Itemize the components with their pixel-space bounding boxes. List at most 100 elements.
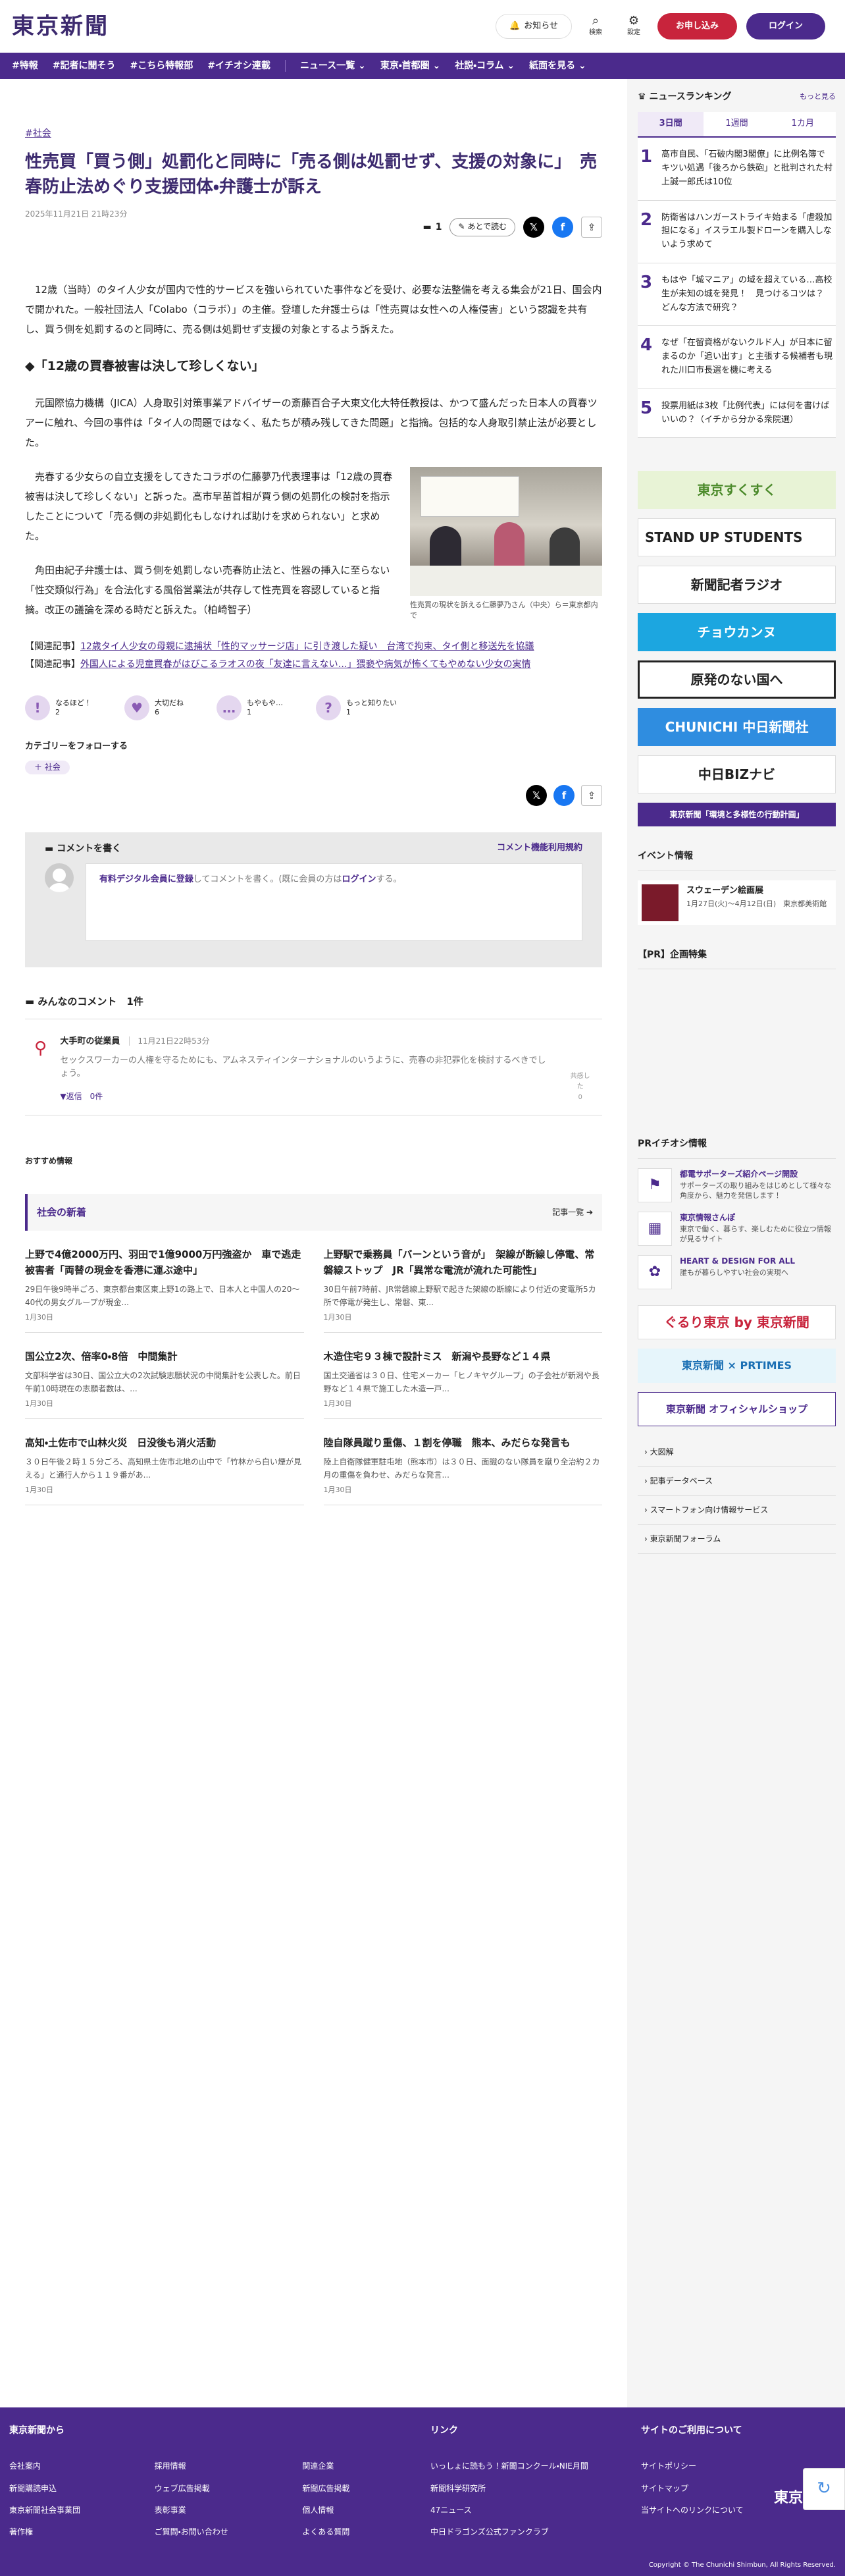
footer-link[interactable]: ウェブ広告掲載	[155, 2482, 257, 2495]
news-item[interactable]: 陸自隊員蹴り重傷、１割を停職 熊本、みだらな発言も 陸上自衛隊健軍駐屯地（熊本市）…	[323, 1419, 602, 1506]
tab-1month[interactable]: 1カ月	[769, 112, 836, 137]
banner-official-shop[interactable]: 東京新聞 オフィシャルショップ	[638, 1391, 836, 1426]
nav-item-news-list[interactable]: ニュース一覧 ⌄	[300, 59, 366, 73]
reaction-shiritai[interactable]: ? もっと知りたい 1	[316, 695, 397, 721]
banner-chunichi[interactable]: CHUNICHI 中日新聞社	[638, 708, 836, 747]
tab-3days[interactable]: 3日間	[638, 112, 704, 137]
pr-info-item[interactable]: ✿ HEART & DESIGN FOR ALL 誰もが暮らしやすい社会の実現へ	[638, 1254, 836, 1289]
search-button[interactable]: ⌕ 検索	[581, 14, 610, 38]
crown-icon: ♛	[638, 92, 650, 102]
footer-link[interactable]: 著作権	[9, 2526, 109, 2538]
footer-link[interactable]: 採用情報	[155, 2460, 257, 2473]
footer-link[interactable]: 中日ドラゴンズ公式ファンクラブ	[430, 2526, 641, 2538]
ranking-headline: なぜ「在留資格がないクルド人」が日本に留まるのか「追い出す」と主張する候補者も現…	[661, 338, 833, 375]
share-icon[interactable]: ⇪	[581, 785, 602, 807]
heart-icon: ♥	[124, 695, 149, 721]
nav-item-paper[interactable]: 紙面を見る ⌄	[529, 59, 586, 73]
reaction-naruhodo[interactable]: ! なるほど！ 2	[25, 695, 91, 721]
facebook-share-icon[interactable]: f	[552, 216, 573, 238]
nav-item-editorial[interactable]: 社説・コラム ⌄	[455, 59, 515, 73]
side-link[interactable]: › 大図解	[638, 1438, 836, 1467]
side-link[interactable]: › 東京新聞フォーラム	[638, 1525, 836, 1555]
notice-button[interactable]: 🔔 お知らせ	[496, 13, 572, 40]
news-item[interactable]: 国公立2次、倍率0・8倍 中間集計 文部科学省は30日、国公立大の2次試験志願状況…	[25, 1333, 304, 1420]
login-link[interactable]: ログイン	[342, 874, 376, 884]
banner-sukusuku[interactable]: 東京すくすく	[638, 471, 836, 510]
ranking-headline: 高市自民、「石破内閣3閣僚」に比例名簿でキツい処遇「後ろから鉄砲」と批判された村…	[661, 149, 833, 187]
ranking-item[interactable]: 4 なぜ「在留資格がないクルド人」が日本に留まるのか「追い出す」と主張する候補者も…	[638, 326, 836, 389]
apply-button[interactable]: お申し込み	[657, 13, 737, 40]
site-logo[interactable]: 東京新聞	[12, 9, 109, 44]
comment-count-button[interactable]: ▬ 1	[423, 220, 442, 234]
site-footer: 東京新聞から 会社案内 採用情報 関連企業 新聞購読申込 ウェブ広告掲載 新聞広…	[0, 2407, 845, 2576]
footer-link[interactable]: いっしょに読もう！新聞コンクール・NIE月間	[430, 2460, 641, 2473]
comment-rules-link[interactable]: コメント機能利用規約	[497, 842, 582, 856]
footer-link[interactable]: ご質問・お問い合わせ	[155, 2526, 257, 2538]
x-share-icon[interactable]: 𝕏	[523, 216, 544, 238]
ranking-item[interactable]: 2 防衛省はハンガーストライキ始まる「虐殺加担になる」イスラエル製ドローンを購入し…	[638, 200, 836, 263]
settings-button[interactable]: ⚙ 設定	[619, 14, 648, 38]
comment-form-header: ▬ コメントを書く コメント機能利用規約	[45, 842, 582, 856]
bookmark-icon: ✎	[458, 222, 468, 232]
news-item[interactable]: 木造住宅９３棟で設計ミス 新潟や長野など１４県 国土交通省は３０日、住宅メーカー「…	[323, 1333, 602, 1420]
nav-item-serial[interactable]: #イチオシ連載	[207, 59, 270, 73]
banner-action-plan[interactable]: 東京新聞「環境と多様性の行動計画」	[638, 803, 836, 827]
article-subheading: ◆「12歳の買春被害は決して珍しくない」	[25, 358, 265, 373]
footer-link[interactable]: 新聞広告掲載	[302, 2482, 378, 2495]
ranking-item[interactable]: 5 投票用紙は3枚「比例代表」には何を書けばいいの？（イチから分かる衆院選）	[638, 389, 836, 439]
banner-no-nuclear[interactable]: 原発のない国へ	[638, 660, 836, 699]
footer-link[interactable]: 新聞科学研究所	[430, 2482, 641, 2495]
footer-link[interactable]: 47ニュース	[430, 2504, 641, 2517]
related-link[interactable]: 外国人による児童買春がはびこるラオスの夜「友達に言えない…」猥褻や病気が怖くても…	[80, 659, 530, 670]
footer-link[interactable]: 関連企業	[302, 2460, 378, 2473]
reaction-taisetsu[interactable]: ♥ 大切だね 6	[124, 695, 184, 721]
side-link[interactable]: › スマートフォン向け情報サービス	[638, 1496, 836, 1526]
recommend-label: おすすめ情報	[25, 1156, 73, 1166]
comment-reply-toggle[interactable]: ▼返信 0件	[60, 1090, 554, 1103]
banner-biz-navi[interactable]: 中日BIZナビ	[638, 755, 836, 794]
article-category[interactable]: #社会	[25, 126, 602, 141]
nav-item-ask-reporter[interactable]: #記者に聞そう	[53, 59, 116, 73]
news-more-link[interactable]: 記事一覧 ➔	[552, 1206, 593, 1219]
banner-prtimes[interactable]: 東京新聞 × PRTIMES	[638, 1348, 836, 1383]
recaptcha-icon[interactable]: ↻	[803, 2468, 845, 2510]
ranking-item[interactable]: 3 もはや「城マニア」の域を超えている…高校生が未知の城を発見！ 見つけるコツは？…	[638, 263, 836, 327]
ranking-more-link[interactable]: もっと見る	[800, 91, 836, 103]
pr-info-item[interactable]: ▦ 東京情報さんぽ 東京で働く、暮らす、楽しむために役立つ情報が見るサイト	[638, 1211, 836, 1246]
facebook-share-icon[interactable]: f	[553, 785, 575, 807]
share-icon[interactable]: ⇪	[581, 216, 602, 238]
footer-link[interactable]: 個人情報	[302, 2504, 378, 2517]
ranking-item[interactable]: 1 高市自民、「石破内閣3閣僚」に比例名簿でキツい処遇「後ろから鉄砲」と批判された…	[638, 138, 836, 201]
news-item[interactable]: 上野駅で乗務員「バーンという音が」 架線が断線し停電、常磐線ストップ JR「異常…	[323, 1231, 602, 1333]
nav-item-kochira[interactable]: #こちら特報部	[130, 59, 193, 73]
comment-respect-button[interactable]: 共感した 0	[567, 1071, 593, 1103]
related-link[interactable]: 12歳タイ人少女の母親に逮捕状「性的マッサージ店」に引き渡した疑い 台湾で拘束、…	[80, 641, 534, 652]
news-item[interactable]: 上野で4億2000万円、羽田で1億9000万円強盗か 車で逃走 被害者「両替の現…	[25, 1231, 311, 1333]
pr-info-item[interactable]: ⚑ 都電サポーターズ紹介ページ開設 サポーターズの取り組みをはじめとして様々な角度か…	[638, 1167, 836, 1202]
news-item[interactable]: 高知・土佐市で山林火災 日没後も消火活動 ３０日午後２時１５分ごろ、高知県土佐市北…	[25, 1419, 304, 1506]
side-link[interactable]: › 記事データベース	[638, 1467, 836, 1496]
follow-tag-button[interactable]: ＋ 社会	[25, 760, 70, 775]
tab-1week[interactable]: 1週間	[704, 112, 770, 137]
footer-link[interactable]: よくある質問	[302, 2526, 378, 2538]
read-later-button[interactable]: ✎ あとで読む	[449, 218, 515, 236]
x-share-icon[interactable]: 𝕏	[526, 785, 547, 807]
reaction-label: なるほど！	[55, 698, 91, 707]
banner-gururi[interactable]: ぐるり東京 by 東京新聞	[638, 1304, 836, 1339]
footer-link[interactable]: 表彰事業	[155, 2504, 257, 2517]
nav-item-tokuho[interactable]: #特報	[12, 59, 38, 73]
footer-link[interactable]: 会社案内	[9, 2460, 109, 2473]
login-button[interactable]: ログイン	[746, 13, 825, 40]
register-link[interactable]: 有料デジタル会員に登録	[99, 874, 193, 884]
event-item[interactable]: スウェーデン絵画展 1月27日(火)～4月12日(日) 東京都美術館	[638, 880, 836, 925]
banner-radio[interactable]: 新聞記者ラジオ	[638, 566, 836, 604]
footer-link[interactable]: 東京新聞社会事業団	[9, 2504, 109, 2517]
article-photo[interactable]	[410, 466, 602, 596]
comment-list-title-text: みんなのコメント 1件	[38, 995, 143, 1007]
nav-item-tokyo[interactable]: 東京・首都圏 ⌄	[380, 59, 440, 73]
comment-input[interactable]: 有料デジタル会員に登録してコメントを書く。(既に会員の方はログインする。	[86, 863, 582, 941]
banner-stand-up-students[interactable]: STAND UP STUDENTS	[638, 518, 836, 557]
footer-link[interactable]: 新聞購読申込	[9, 2482, 109, 2495]
banner-chokanu[interactable]: チョウカンヌ	[638, 613, 836, 652]
reaction-moyamoya[interactable]: … もやもや… 1	[217, 695, 283, 721]
